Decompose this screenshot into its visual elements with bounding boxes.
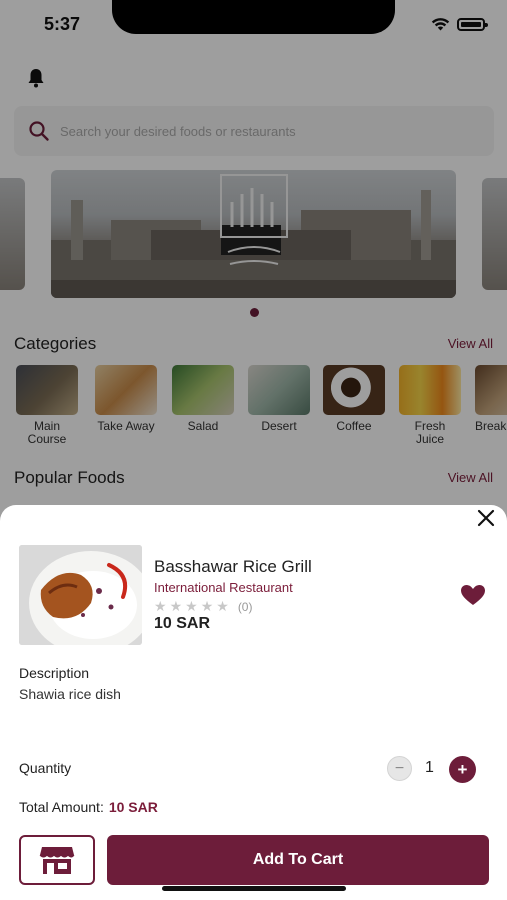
total-label: Total Amount: — [19, 799, 104, 815]
product-price: 10 SAR — [154, 615, 211, 632]
total-amount: Total Amount: 10 SAR — [19, 799, 158, 815]
star-icon: ★ — [185, 598, 198, 614]
minus-icon: − — [394, 759, 405, 777]
product-bottom-sheet: Basshawar Rice Grill International Resta… — [0, 505, 507, 900]
star-icon: ★ — [154, 598, 167, 614]
quantity-label: Quantity — [19, 760, 72, 776]
quantity-increase-button[interactable]: + — [449, 756, 476, 783]
restaurant-name-link[interactable]: International Restaurant — [154, 580, 293, 595]
rating-count: (0) — [237, 599, 253, 614]
favorite-heart-icon[interactable] — [460, 584, 486, 606]
plus-icon: + — [457, 759, 468, 779]
star-icon: ★ — [216, 598, 229, 614]
quantity-decrease-button[interactable]: − — [387, 756, 412, 781]
product-image — [19, 545, 142, 645]
description-label: Description — [19, 665, 90, 681]
store-icon — [39, 847, 75, 874]
star-icon: ★ — [200, 598, 214, 614]
total-value: 10 SAR — [108, 799, 158, 815]
product-name: Basshawar Rice Grill — [154, 557, 312, 576]
close-icon[interactable] — [475, 507, 497, 529]
add-to-cart-button[interactable]: Add To Cart — [107, 835, 489, 885]
store-button[interactable] — [19, 835, 95, 885]
rating-stars: ★ ★ ★ ★ ★ (0) — [154, 598, 252, 615]
star-icon: ★ — [169, 598, 183, 614]
description-text: Shawia rice dish — [19, 686, 121, 702]
quantity-value: 1 — [425, 759, 434, 776]
home-indicator — [162, 886, 346, 891]
